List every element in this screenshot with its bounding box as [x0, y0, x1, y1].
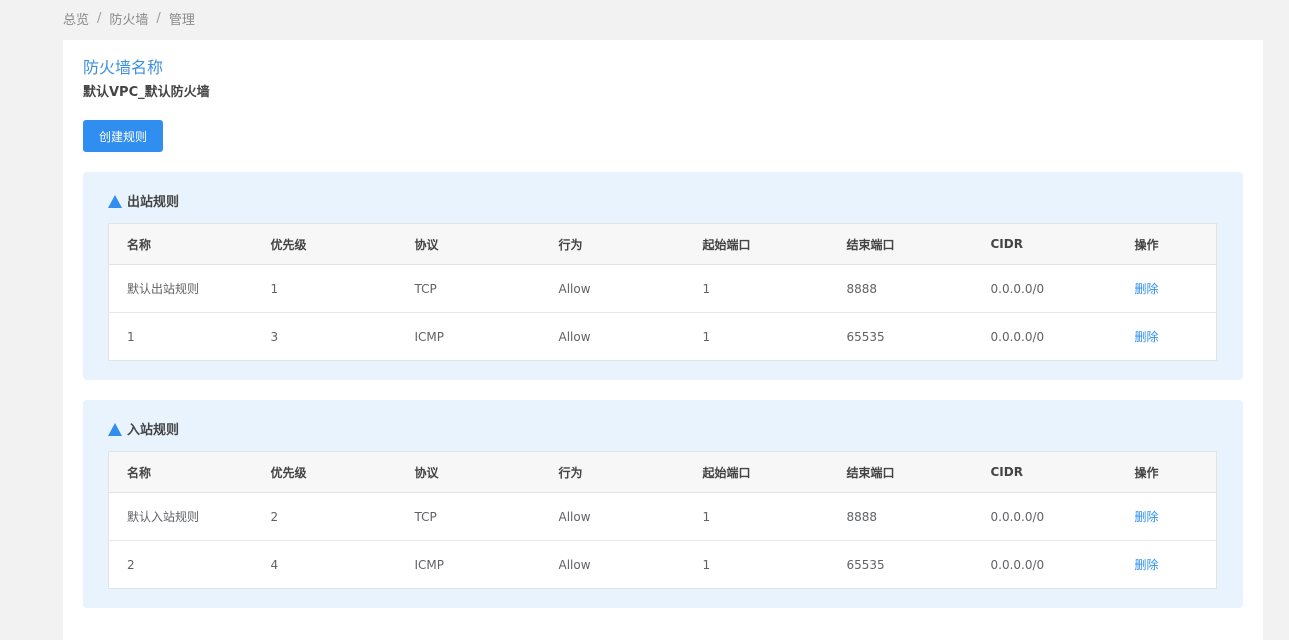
- cell-protocol: ICMP: [414, 329, 445, 344]
- breadcrumb-manage: 管理: [168, 12, 195, 28]
- inbound-rules-title: 入站规则: [108, 419, 180, 438]
- firewall-name-label: 防火墙名称: [83, 58, 164, 77]
- column-header-cidr: CIDR: [972, 223, 1117, 265]
- column-header-name: 名称: [108, 223, 253, 265]
- cell-priority: 3: [270, 329, 279, 344]
- breadcrumb-separator: /: [97, 10, 102, 26]
- triangle-up-icon: [108, 194, 122, 208]
- cell-action: Allow: [540, 492, 685, 541]
- outbound-rules-panel: 出站规则 名称 优先级 协议 行为 起始端口 结束端口 CIDR 操作 默认出站…: [83, 172, 1243, 380]
- create-rule-button[interactable]: 创建规则: [83, 120, 163, 152]
- column-header-priority: 优先级: [252, 451, 397, 493]
- delete-rule-link[interactable]: 删除: [1135, 282, 1159, 296]
- column-header-protocol: 协议: [396, 223, 541, 265]
- column-header-operation: 操作: [1116, 451, 1217, 493]
- cell-priority: 4: [270, 557, 279, 572]
- cell-cidr: 0.0.0.0/0: [990, 329, 1045, 344]
- table-row: 2 4 ICMP Allow 1 65535 0.0.0.0/0 删除: [109, 541, 1217, 589]
- cell-end-port: 8888: [828, 492, 973, 541]
- cell-action: Allow: [540, 264, 685, 313]
- inbound-rules-table: 名称 优先级 协议 行为 起始端口 结束端口 CIDR 操作 默认入站规则 2 …: [108, 451, 1217, 589]
- cell-end-port: 65535: [846, 329, 885, 344]
- cell-start-port: 1: [702, 329, 711, 344]
- cell-protocol: TCP: [396, 492, 541, 541]
- triangle-up-icon: [108, 422, 122, 436]
- cell-start-port: 1: [684, 264, 829, 313]
- cell-name: 1: [127, 329, 135, 344]
- breadcrumb-firewall[interactable]: 防火墙: [109, 9, 148, 28]
- inbound-rules-panel: 入站规则 名称 优先级 协议 行为 起始端口 结束端口 CIDR 操作 默认入站…: [83, 400, 1243, 608]
- delete-rule-link[interactable]: 删除: [1135, 330, 1159, 344]
- outbound-rules-title: 出站规则: [108, 191, 180, 210]
- cell-name: 2: [127, 557, 135, 572]
- column-header-action: 行为: [540, 223, 685, 265]
- cell-name: 默认出站规则: [108, 264, 253, 313]
- cell-priority: 1: [252, 264, 397, 313]
- cell-operation: 删除: [1116, 492, 1217, 541]
- inbound-rules-title-text: 入站规则: [127, 422, 180, 438]
- cell-end-port: 65535: [846, 557, 885, 572]
- cell-priority: 2: [252, 492, 397, 541]
- cell-start-port: 1: [702, 557, 711, 572]
- column-header-end-port: 结束端口: [828, 223, 973, 265]
- table-header-row: 名称 优先级 协议 行为 起始端口 结束端口 CIDR 操作: [108, 223, 1217, 265]
- cell-cidr: 0.0.0.0/0: [972, 264, 1117, 313]
- cell-action: Allow: [558, 329, 591, 344]
- cell-protocol: ICMP: [414, 557, 445, 572]
- cell-operation: 删除: [1116, 264, 1217, 313]
- column-header-end-port: 结束端口: [828, 451, 973, 493]
- outbound-rules-title-text: 出站规则: [127, 194, 180, 210]
- cell-operation: 删除: [1117, 313, 1217, 361]
- column-header-start-port: 起始端口: [684, 223, 829, 265]
- column-header-priority: 优先级: [252, 223, 397, 265]
- breadcrumb-overview[interactable]: 总览: [63, 9, 89, 28]
- column-header-action: 行为: [540, 451, 685, 493]
- cell-cidr: 0.0.0.0/0: [990, 557, 1045, 572]
- column-header-operation: 操作: [1116, 223, 1217, 265]
- cell-operation: 删除: [1117, 541, 1217, 589]
- cell-protocol: TCP: [396, 264, 541, 313]
- column-header-start-port: 起始端口: [684, 451, 829, 493]
- table-row: 默认入站规则 2 TCP Allow 1 8888 0.0.0.0/0 删除: [108, 492, 1217, 541]
- table-row: 默认出站规则 1 TCP Allow 1 8888 0.0.0.0/0 删除: [108, 264, 1217, 313]
- breadcrumb-separator: /: [156, 10, 161, 26]
- column-header-cidr: CIDR: [972, 451, 1117, 493]
- cell-end-port: 8888: [828, 264, 973, 313]
- delete-rule-link[interactable]: 删除: [1135, 558, 1159, 572]
- cell-action: Allow: [558, 557, 591, 572]
- table-header-row: 名称 优先级 协议 行为 起始端口 结束端口 CIDR 操作: [108, 451, 1217, 493]
- outbound-rules-table: 名称 优先级 协议 行为 起始端口 结束端口 CIDR 操作 默认出站规则 1 …: [108, 223, 1217, 361]
- cell-start-port: 1: [684, 492, 829, 541]
- table-row: 1 3 ICMP Allow 1 65535 0.0.0.0/0 删除: [109, 313, 1217, 361]
- delete-rule-link[interactable]: 删除: [1135, 510, 1159, 524]
- cell-name: 默认入站规则: [108, 492, 253, 541]
- firewall-name-value: 默认VPC_默认防火墙: [83, 85, 210, 100]
- firewall-detail-card: 防火墙名称 默认VPC_默认防火墙 创建规则 出站规则 名称 优先级 协议 行为…: [63, 40, 1263, 640]
- cell-cidr: 0.0.0.0/0: [972, 492, 1117, 541]
- breadcrumb: 总览 / 防火墙 / 管理: [63, 9, 195, 28]
- column-header-protocol: 协议: [396, 451, 541, 493]
- column-header-name: 名称: [108, 451, 253, 493]
